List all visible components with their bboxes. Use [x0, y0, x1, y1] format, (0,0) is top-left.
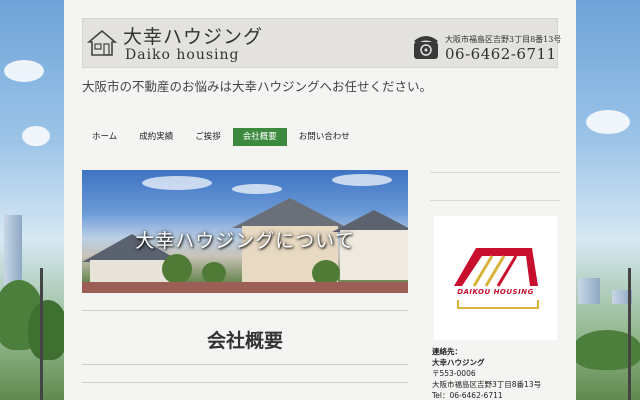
- divider: [82, 310, 408, 311]
- header-address: 大阪市福島区吉野3丁目8番13号: [445, 35, 562, 44]
- tagline: 大阪市の不動産のお悩みは大幸ハウジングへお任せください。: [82, 79, 433, 94]
- hero-banner: 大幸ハウジングについて: [82, 170, 408, 293]
- main-nav: ホーム 成約実績 ご挨拶 会社概要 お問い合わせ: [82, 128, 362, 146]
- contact-company: 大幸ハウジング: [432, 358, 485, 367]
- header-phone[interactable]: 06-6462-6711: [445, 45, 557, 63]
- telephone-icon: [414, 36, 438, 59]
- section-title: 会社概要: [206, 330, 283, 352]
- company-logo: DAIKOU HOUSING: [434, 216, 557, 340]
- contact-address: 大阪市福島区吉野3丁目8番13号: [432, 380, 542, 389]
- nav-item-company[interactable]: 会社概要: [232, 128, 287, 146]
- nav-item-results[interactable]: 成約実績: [129, 128, 183, 146]
- contact-block: 連絡先： 大幸ハウジング 〒553-0006 大阪市福島区吉野3丁目8番13号 …: [432, 346, 541, 400]
- brand-name-jp[interactable]: 大幸ハウジング: [123, 22, 263, 49]
- nav-item-contact[interactable]: お問い合わせ: [289, 128, 360, 146]
- background-right: [576, 0, 640, 400]
- page-container: 大幸ハウジング Daiko housing 大阪市福島区吉野3丁目8番13号 0…: [64, 0, 576, 400]
- divider: [82, 364, 408, 365]
- nav-item-home[interactable]: ホーム: [82, 128, 127, 146]
- sidebar-divider: [430, 200, 560, 201]
- divider: [82, 382, 408, 383]
- logo-text: DAIKOU HOUSING: [457, 288, 534, 296]
- brand-name-en[interactable]: Daiko housing: [125, 47, 240, 63]
- site-header: 大幸ハウジング Daiko housing 大阪市福島区吉野3丁目8番13号 0…: [82, 18, 562, 68]
- logo-house-mark-icon: [454, 248, 539, 309]
- sidebar-divider: [430, 172, 560, 173]
- background-left: [0, 0, 64, 400]
- nav-item-greeting[interactable]: ご挨拶: [185, 128, 231, 146]
- contact-postal: 〒553-0006: [432, 369, 476, 378]
- contact-label: 連絡先：: [432, 347, 462, 356]
- house-icon[interactable]: [87, 29, 117, 57]
- contact-tel[interactable]: Tel：06-6462-6711: [432, 390, 541, 400]
- hero-title: 大幸ハウジングについて: [135, 230, 355, 252]
